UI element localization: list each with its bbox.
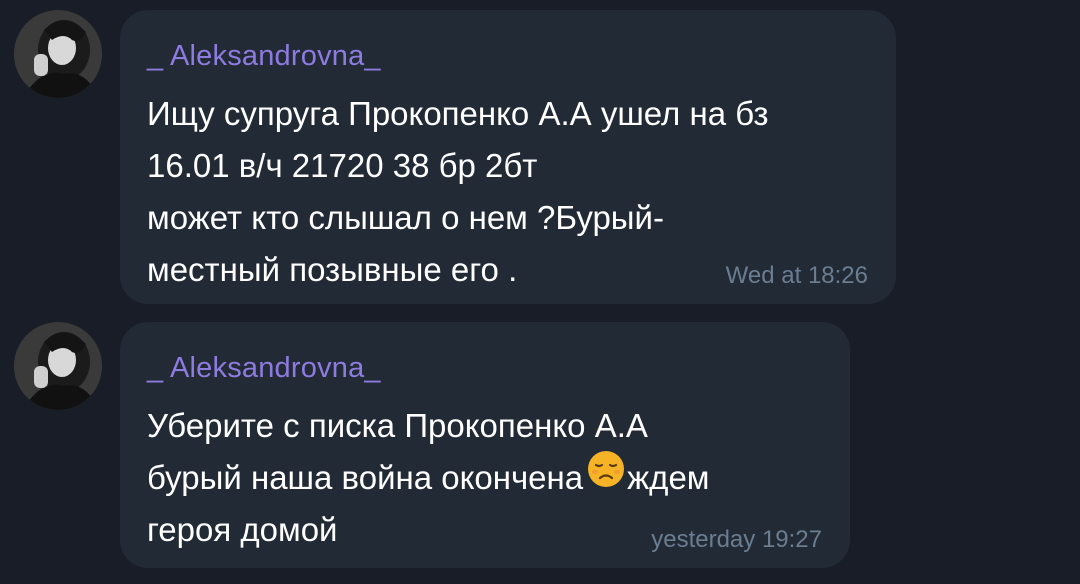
message-bubble[interactable]: _ Aleksandrovna_ Уберите с писка Прокопе… — [120, 322, 850, 568]
author-name[interactable]: _ Aleksandrovna_ — [147, 40, 381, 73]
author-name[interactable]: _ Aleksandrovna_ — [147, 352, 381, 385]
avatar[interactable] — [14, 10, 102, 98]
timestamp: yesterday 19:27 — [651, 526, 822, 553]
message-text: Ищу супруга Прокопенко А.А ушел на бз 16… — [147, 88, 769, 296]
message-bubble[interactable]: _ Aleksandrovna_ Ищу супруга Прокопенко … — [120, 10, 896, 304]
message-line: местный позывные его . — [147, 251, 518, 288]
message-line: может кто слышал о нем ?Бурый- — [147, 199, 664, 236]
message-line: Уберите с писка Прокопенко А.А — [147, 407, 648, 444]
profile-photo-icon — [14, 322, 102, 410]
message-line: бурый наша война окончена ждем — [147, 450, 710, 504]
message-line: 16.01 в/ч 21720 38 бр 2бт — [147, 147, 538, 184]
message-line-text: бурый наша война окончена — [147, 459, 584, 496]
profile-photo-icon — [14, 10, 102, 98]
message-text: Уберите с писка Прокопенко А.А бурый наш… — [147, 400, 709, 556]
avatar[interactable] — [14, 322, 102, 410]
timestamp: Wed at 18:26 — [725, 262, 868, 289]
message-line: Ищу супруга Прокопенко А.А ушел на бз — [147, 95, 769, 132]
message-line: героя домой — [147, 511, 338, 548]
message-line-suffix: ждем — [627, 459, 710, 496]
disappointed-face-icon — [587, 450, 625, 503]
